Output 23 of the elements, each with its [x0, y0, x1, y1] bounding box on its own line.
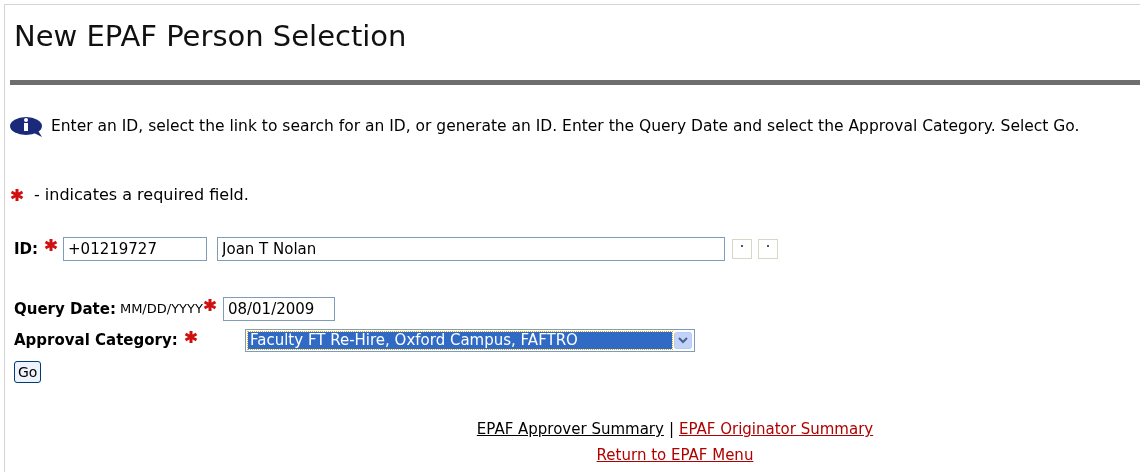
- query-date-label: Query Date:: [14, 298, 116, 320]
- query-date-field[interactable]: 08/01/2009: [222, 297, 335, 321]
- instruction-text: Enter an ID, select the link to search for an ID, or generate an ID. Enter the Query Date and select the Approval Category. Select Go.: [51, 116, 1080, 138]
- date-format-hint: MM/DD/YYYY: [119, 300, 203, 319]
- id-field[interactable]: +01219727: [63, 237, 208, 261]
- info-icon: [10, 115, 45, 139]
- required-icon: [183, 329, 198, 344]
- go-button[interactable]: Go: [14, 361, 42, 383]
- lookup-button[interactable]: [758, 239, 779, 259]
- required-note: - indicates a required field.: [34, 184, 249, 206]
- approval-category-label: Approval Category:: [14, 330, 178, 352]
- nav-link[interactable]: EPAF Originator Summary: [678, 418, 874, 440]
- lookup-button[interactable]: [732, 239, 753, 259]
- id-label: ID:: [14, 238, 39, 260]
- nav-link[interactable]: EPAF Approver Summary: [476, 418, 664, 440]
- nav-link[interactable]: Return to EPAF Menu: [596, 444, 754, 466]
- approval-category-dropdown[interactable]: Faculty FT Re-Hire, Oxford Campus, FAFTRO: [245, 329, 695, 352]
- required-icon: [44, 238, 59, 252]
- page-title: New EPAF Person Selection: [13, 18, 408, 53]
- link-separator: |: [668, 419, 674, 440]
- required-icon: [202, 298, 217, 312]
- name-field[interactable]: Joan T Nolan: [217, 237, 726, 261]
- required-icon: [10, 188, 24, 202]
